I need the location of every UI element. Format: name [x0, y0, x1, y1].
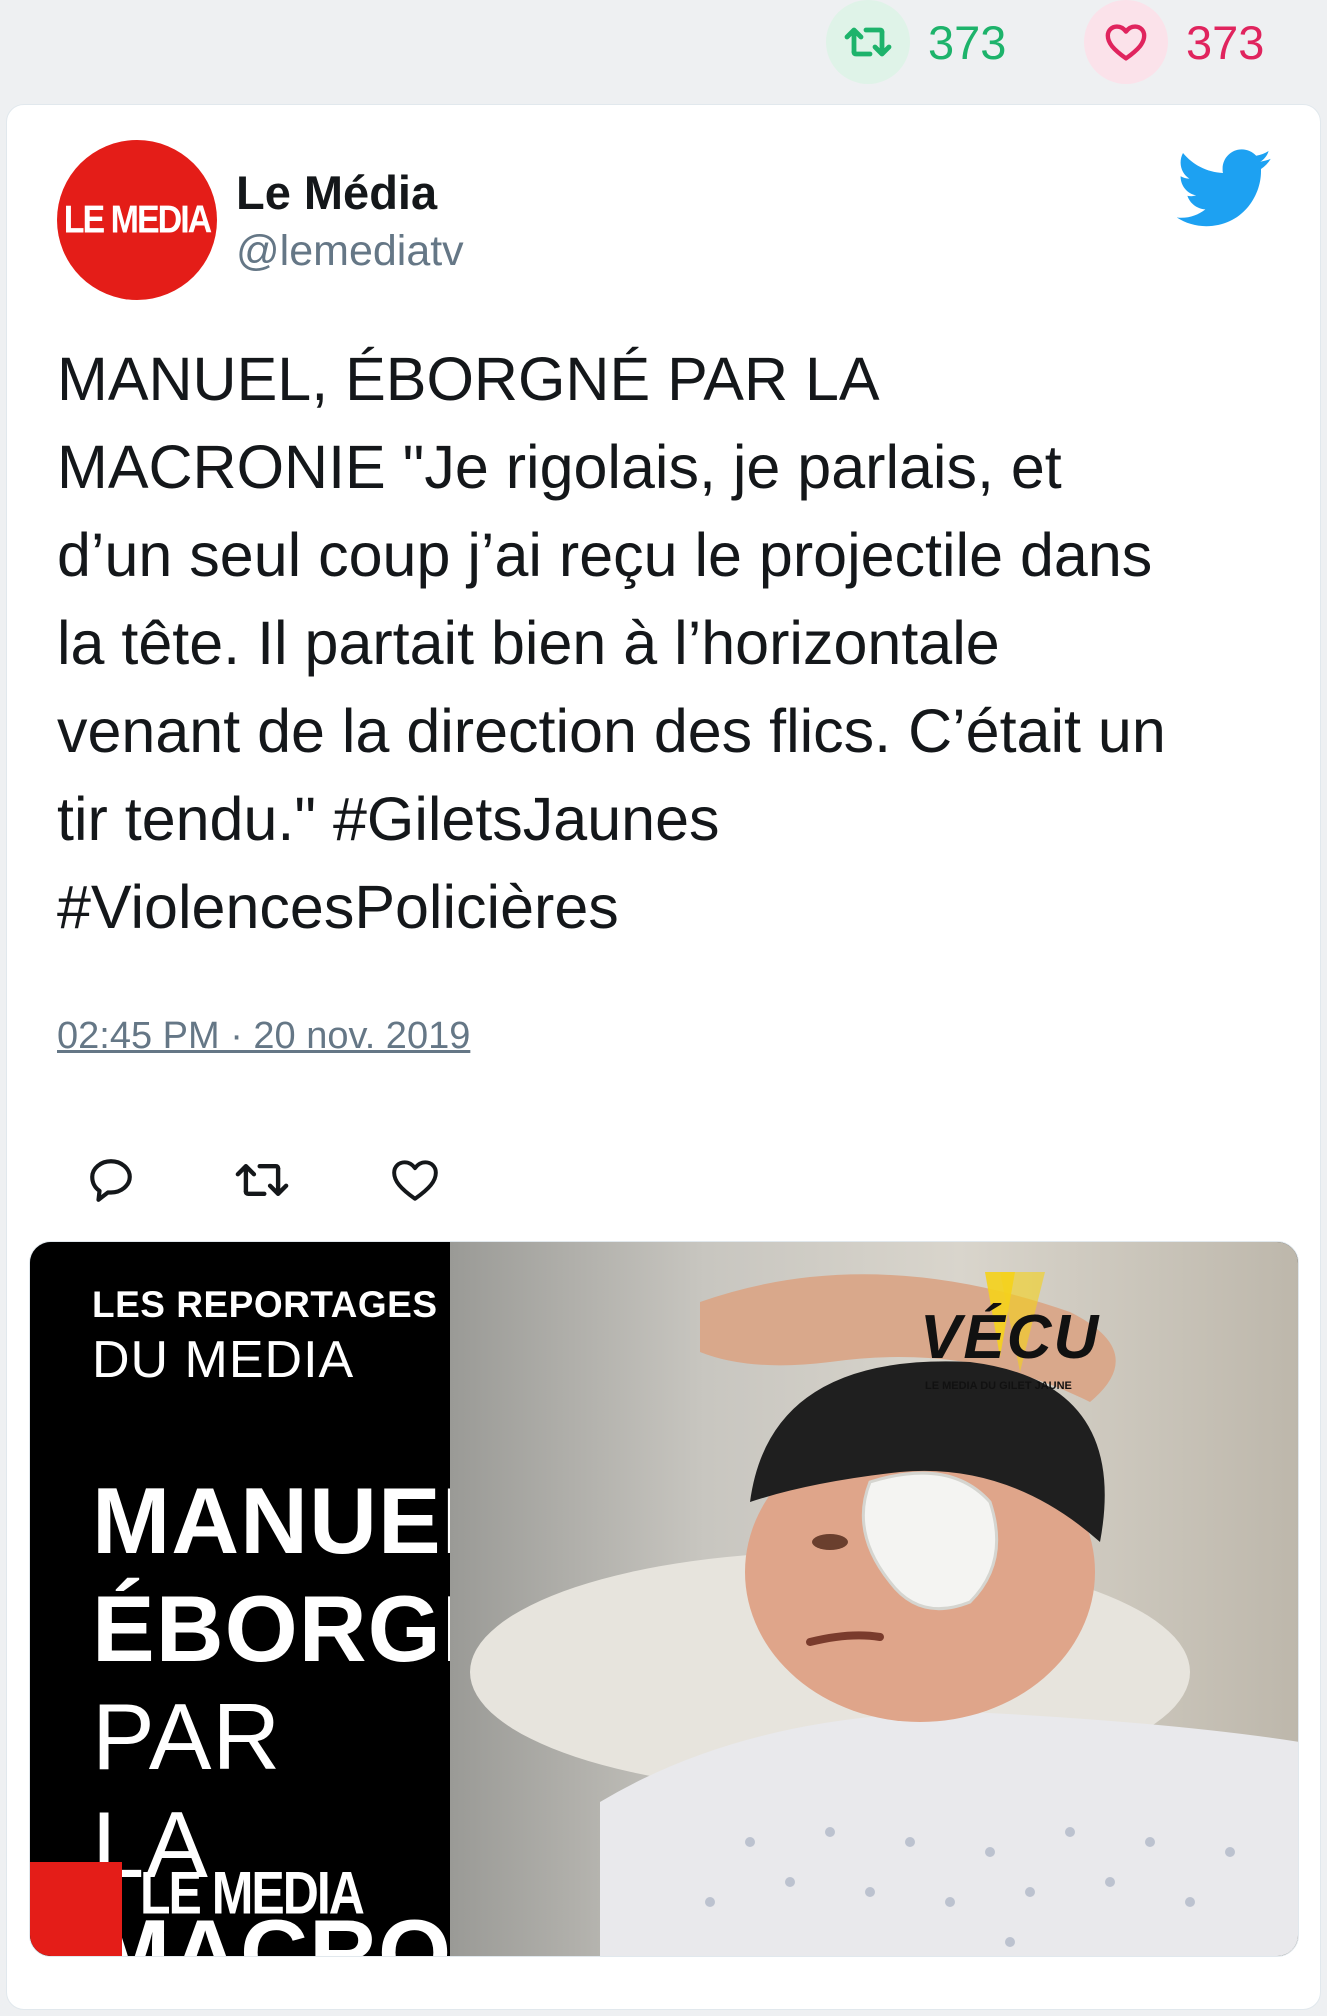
retweet-icon[interactable]	[826, 0, 910, 84]
author-handle[interactable]: @lemediatv	[236, 227, 464, 276]
media-photo: VÉCU LE MEDIA DU GILET JAUNE	[450, 1242, 1298, 1956]
like-stat[interactable]: 373	[1084, 0, 1264, 84]
retweet-stat[interactable]: 373	[826, 0, 1006, 84]
retweet-action-icon[interactable]	[222, 1140, 302, 1220]
patient-photo-illustration	[470, 1274, 1298, 1956]
top-stats-bar: 373 373	[0, 0, 1327, 92]
red-logo-block	[30, 1862, 122, 1956]
heart-icon[interactable]	[1084, 0, 1168, 84]
vecu-title: VÉCU	[920, 1303, 1101, 1372]
headline-part: PAR	[92, 1684, 282, 1789]
retweet-count: 373	[928, 15, 1007, 69]
twitter-bird-icon[interactable]	[1176, 149, 1273, 229]
media-series-line1: LES REPORTAGES	[92, 1284, 438, 1325]
media-series-line2: DU MEDIA	[92, 1331, 355, 1389]
author-name[interactable]: Le Média	[236, 165, 437, 220]
avatar[interactable]: LE MEDIA	[57, 140, 217, 300]
tweet-text: MANUEL, ÉBORGNÉ PAR LA MACRONIE "Je rigo…	[57, 345, 1166, 941]
tweet-card: LE MEDIA Le Média @lemediatv MANUEL, ÉBO…	[6, 104, 1321, 2010]
reply-icon[interactable]	[71, 1140, 151, 1220]
tweet-timestamp[interactable]: 02:45 PM · 20 nov. 2019	[57, 1015, 470, 1058]
avatar-logo: LE MEDIA	[63, 197, 212, 242]
like-action-icon[interactable]	[375, 1140, 455, 1220]
vecu-subtitle: LE MEDIA DU GILET JAUNE	[925, 1380, 1072, 1392]
vecu-badge: VÉCU LE MEDIA DU GILET JAUNE	[905, 1262, 1105, 1412]
media-title-panel: LES REPORTAGES DU MEDIA MANUEL, ÉBORGNÉ …	[30, 1242, 611, 1956]
media-bottom-logo: LE MEDIA	[140, 1859, 365, 1927]
media-thumbnail[interactable]: LES REPORTAGES DU MEDIA MANUEL, ÉBORGNÉ …	[29, 1241, 1299, 1957]
like-count: 373	[1186, 15, 1265, 69]
